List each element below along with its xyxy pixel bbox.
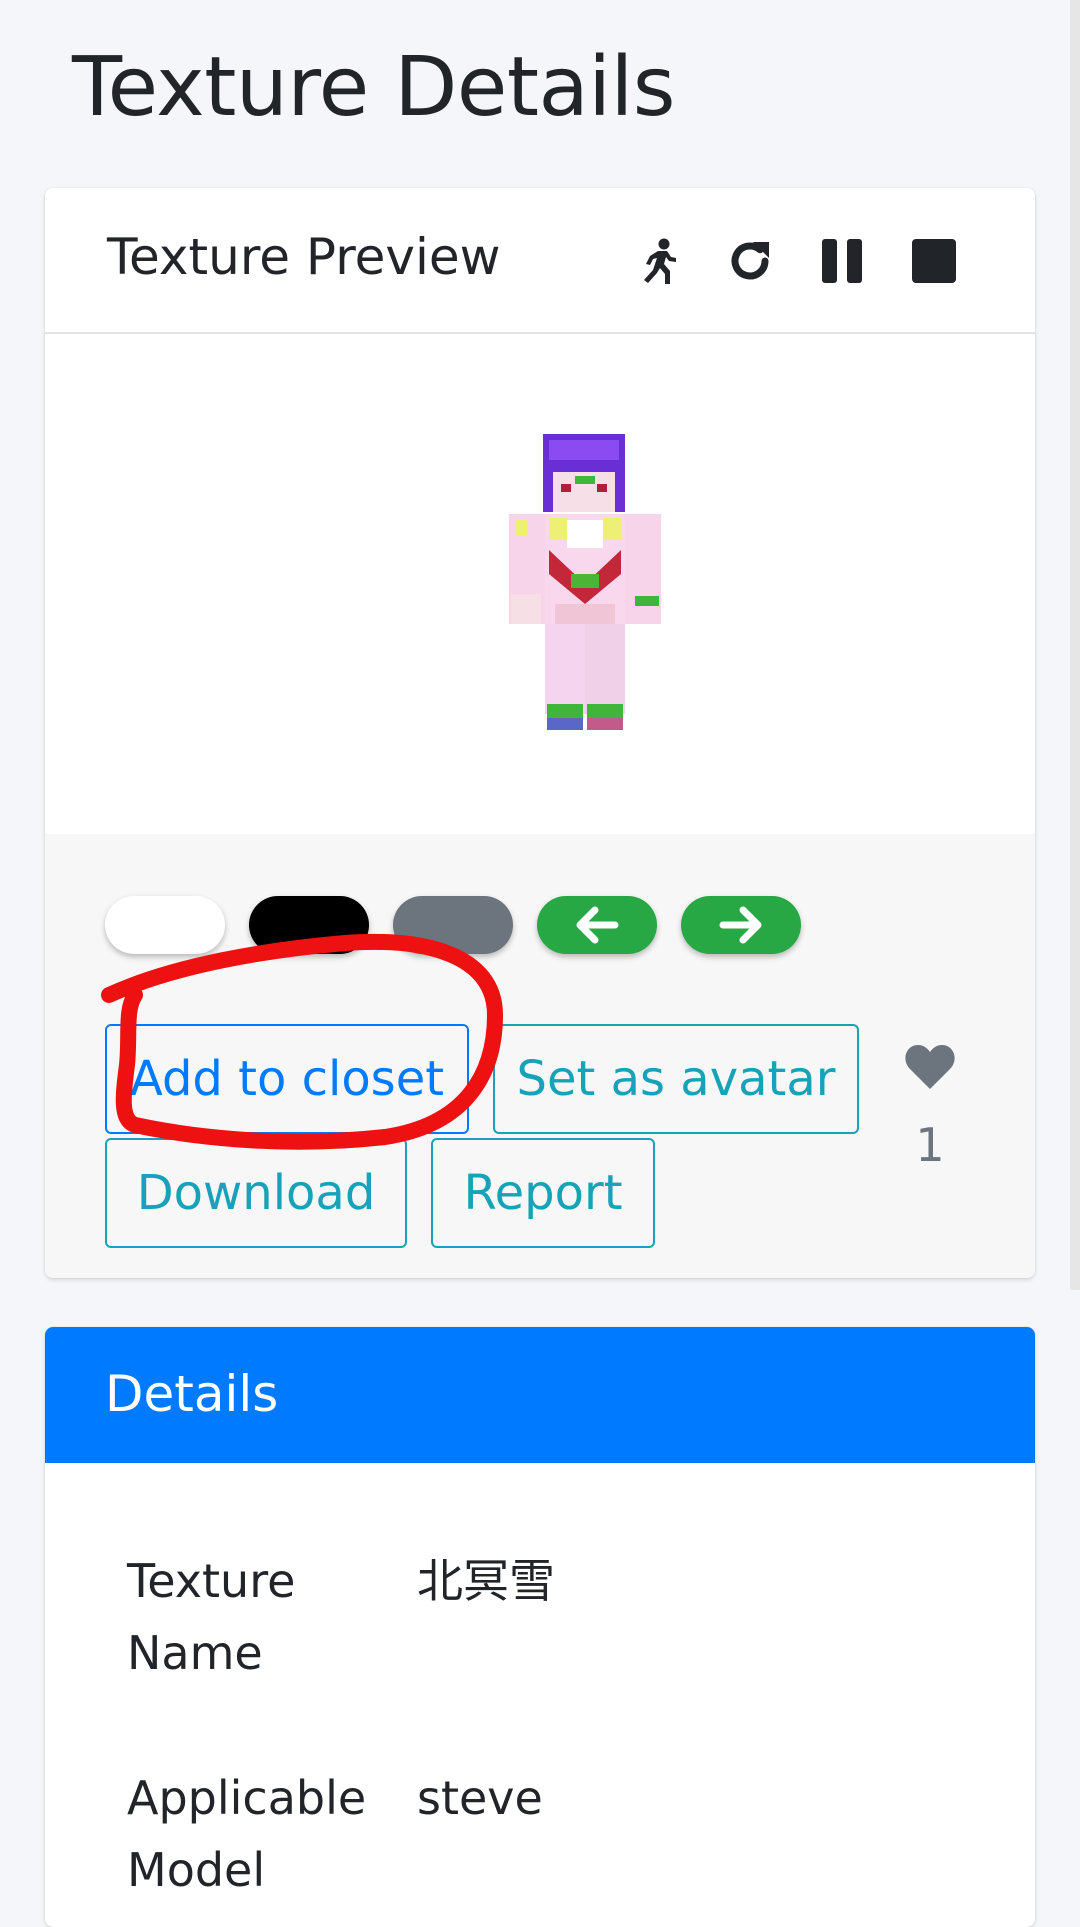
download-button[interactable]: Download	[105, 1138, 407, 1248]
next-background-button[interactable]	[681, 896, 801, 954]
background-white-button[interactable]	[105, 896, 225, 954]
details-card-title: Details	[105, 1365, 279, 1423]
preview-card-header: Texture Preview	[45, 188, 1035, 334]
background-black-button[interactable]	[249, 896, 369, 954]
detail-row-texture-name: Texture Name 北冥雪	[127, 1545, 555, 1689]
detail-value: steve	[417, 1771, 543, 1825]
detail-label: Texture Name	[127, 1554, 296, 1680]
details-card: Details Texture Name 北冥雪 Applicable Mode…	[45, 1327, 1035, 1927]
like-count: 1	[915, 1118, 945, 1172]
detail-row-applicable-model: Applicable Model steve	[127, 1762, 543, 1906]
heart-icon[interactable]	[904, 1044, 956, 1090]
pause-icon[interactable]	[819, 238, 865, 284]
arrow-right-icon	[719, 906, 762, 944]
like-counter[interactable]: 1	[885, 1044, 975, 1172]
detail-value: 北冥雪	[417, 1554, 555, 1608]
add-to-closet-button[interactable]: Add to closet	[105, 1024, 469, 1134]
texture-preview-card: Texture Preview Add to closet Set as ava…	[45, 188, 1035, 1278]
skin-model-image	[509, 434, 661, 730]
stop-icon[interactable]	[911, 238, 957, 284]
preview-card-title: Texture Preview	[107, 228, 501, 286]
arrow-left-icon	[576, 906, 619, 944]
rotate-icon[interactable]	[727, 238, 773, 284]
previous-background-button[interactable]	[537, 896, 657, 954]
background-gray-button[interactable]	[393, 896, 513, 954]
preview-card-footer: Add to closet Set as avatar Download Rep…	[45, 834, 1035, 1278]
set-as-avatar-button[interactable]: Set as avatar	[493, 1024, 859, 1134]
preview-tools	[635, 238, 957, 284]
detail-label: Applicable Model	[127, 1771, 367, 1897]
page-scrollbar[interactable]	[1070, 0, 1080, 1290]
report-button[interactable]: Report	[431, 1138, 655, 1248]
page-title: Texture Details	[72, 40, 676, 135]
background-switcher	[105, 896, 801, 954]
details-card-header: Details	[45, 1327, 1035, 1463]
skin-preview-canvas[interactable]	[45, 334, 1035, 834]
running-icon[interactable]	[635, 238, 681, 284]
